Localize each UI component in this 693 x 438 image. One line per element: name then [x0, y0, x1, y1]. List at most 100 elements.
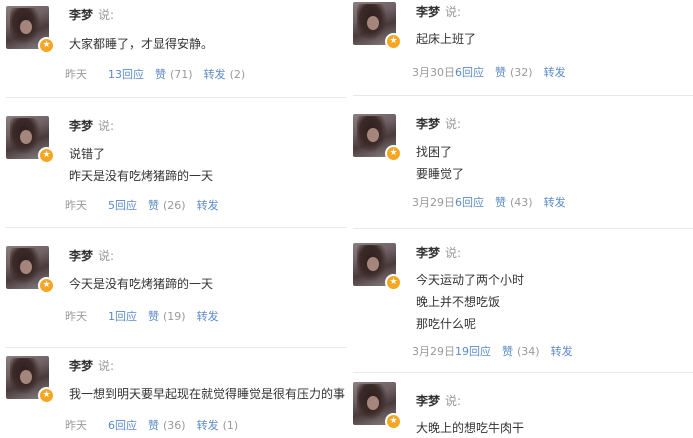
like-link[interactable]: 赞 (71): [155, 68, 193, 82]
forward-link[interactable]: 转发: [551, 345, 573, 359]
reply-link[interactable]: 13回应: [108, 68, 144, 82]
reply-link[interactable]: 6回应: [455, 66, 484, 80]
post-date: 3月29日: [412, 345, 455, 358]
post-meta: 昨天 5回应赞 (26) 转发: [65, 199, 219, 213]
like-count: (32): [510, 66, 533, 79]
post-date: 昨天: [65, 419, 87, 432]
content-line: 晚上并不想吃饭: [416, 295, 501, 309]
said-label: 说:: [98, 8, 115, 22]
like-link[interactable]: 赞 (26): [148, 199, 186, 213]
avatar-face: [20, 370, 32, 384]
avatar[interactable]: ★: [353, 243, 402, 291]
forward-link[interactable]: 转发 (2): [204, 68, 246, 82]
said-label: 说:: [445, 5, 462, 19]
post-content: 起床上班了: [416, 28, 476, 50]
author-name[interactable]: 李梦: [69, 8, 93, 22]
reply-count: 19: [455, 345, 469, 358]
author-name[interactable]: 李梦: [69, 119, 93, 133]
reply-count: 6: [108, 419, 115, 432]
author-line: 李梦 说:: [69, 119, 114, 133]
forward-link[interactable]: 转发: [197, 199, 219, 213]
content-line: 那吃什么呢: [416, 317, 477, 331]
post-date: 昨天: [65, 68, 87, 81]
like-link[interactable]: 赞 (43): [495, 196, 533, 210]
like-label: 赞: [502, 345, 513, 358]
author-line: 李梦 说:: [416, 394, 461, 408]
star-badge-icon: ★: [38, 37, 55, 54]
like-label: 赞: [155, 68, 166, 81]
post-content: 今天运动了两个小时 晚上并不想吃饭 那吃什么呢: [416, 269, 524, 335]
reply-count: 13: [108, 68, 122, 81]
forward-link[interactable]: 转发: [544, 196, 566, 210]
author-line: 李梦 说:: [416, 117, 461, 131]
said-label: 说:: [445, 246, 462, 260]
author-line: 李梦 说:: [69, 359, 114, 373]
said-label: 说:: [445, 117, 462, 131]
reply-link[interactable]: 6回应: [455, 196, 484, 210]
feed-post: ★ 李梦 说: 大家都睡了，才显得安静。 昨天 13回应赞 (71) 转发 (2): [0, 0, 346, 98]
content-line: 说错了: [69, 147, 106, 161]
star-badge-icon: ★: [385, 33, 402, 50]
author-line: 李梦 说:: [69, 8, 114, 22]
author-name[interactable]: 李梦: [416, 5, 440, 19]
reply-link[interactable]: 1回应: [108, 310, 137, 324]
avatar[interactable]: ★: [353, 114, 402, 162]
post-content: 说错了 昨天是没有吃烤猪蹄的一天: [69, 143, 213, 187]
forward-label: 转发: [550, 345, 573, 358]
author-name[interactable]: 李梦: [416, 246, 440, 260]
reply-count: 6: [455, 66, 462, 79]
star-badge-icon: ★: [385, 413, 402, 430]
forward-link[interactable]: 转发 (1): [197, 419, 239, 433]
avatar[interactable]: ★: [6, 356, 55, 404]
author-name[interactable]: 李梦: [69, 359, 93, 373]
author-name[interactable]: 李梦: [416, 117, 440, 131]
like-link[interactable]: 赞 (32): [495, 66, 533, 80]
avatar[interactable]: ★: [353, 2, 402, 50]
post-content: 大晚上的想吃牛肉干: [416, 417, 524, 438]
forward-link[interactable]: 转发: [197, 310, 219, 324]
reply-link[interactable]: 5回应: [108, 199, 137, 213]
reply-link[interactable]: 6回应: [108, 419, 137, 433]
star-badge-icon: ★: [385, 145, 402, 162]
content-line: 找困了: [416, 145, 453, 159]
like-count: (43): [510, 196, 533, 209]
like-link[interactable]: 赞 (34): [502, 345, 540, 359]
avatar[interactable]: ★: [6, 6, 55, 54]
like-count: (19): [163, 310, 186, 323]
like-link[interactable]: 赞 (36): [148, 419, 186, 433]
avatar[interactable]: ★: [353, 382, 402, 430]
reply-label: 回应: [115, 419, 137, 432]
like-label: 赞: [148, 199, 159, 212]
author-name[interactable]: 李梦: [416, 394, 440, 408]
forward-label: 转发: [543, 66, 566, 79]
author-name[interactable]: 李梦: [69, 249, 93, 263]
reply-label: 回应: [122, 68, 144, 81]
like-count: (71): [170, 68, 193, 81]
avatar[interactable]: ★: [6, 116, 55, 164]
forward-label: 转发: [196, 419, 219, 432]
reply-count: 1: [108, 310, 115, 323]
avatar-face: [367, 128, 379, 142]
said-label: 说:: [98, 119, 115, 133]
reply-link[interactable]: 19回应: [455, 345, 491, 359]
feed-post: ★ 李梦 说: 找困了要睡觉了 3月29日 6回应赞 (43) 转发: [347, 96, 693, 229]
avatar-face: [367, 396, 379, 410]
avatar[interactable]: ★: [6, 246, 55, 294]
star-badge-icon: ★: [38, 277, 55, 294]
feed-post: ★ 李梦 说: 说错了 昨天是没有吃烤猪蹄的一天 昨天 5回应赞 (26) 转发: [0, 98, 346, 228]
author-line: 李梦 说:: [416, 5, 461, 19]
content-line: 要睡觉了: [416, 167, 465, 181]
feed-post: ★ 李梦 说: 我一想到明天要早起现在就觉得睡觉是很有压力的事昨天 6回应赞 (36) 转发…: [0, 348, 346, 438]
reply-label: 回应: [115, 310, 137, 323]
content-line: 我一想到明天要早起现在就觉得睡觉是很有压力的事: [69, 387, 346, 401]
reply-label: 回应: [115, 199, 137, 212]
content-line: 今天是没有吃烤猪蹄的一天: [69, 277, 214, 291]
reply-count: 6: [455, 196, 462, 209]
forward-link[interactable]: 转发: [544, 66, 566, 80]
content-line: 起床上班了: [416, 32, 477, 46]
star-badge-icon: ★: [38, 147, 55, 164]
post-meta: 3月29日 6回应赞 (43) 转发: [412, 196, 566, 210]
post-date: 3月29日: [412, 196, 455, 209]
like-link[interactable]: 赞 (19): [148, 310, 186, 324]
avatar-face: [20, 20, 32, 34]
